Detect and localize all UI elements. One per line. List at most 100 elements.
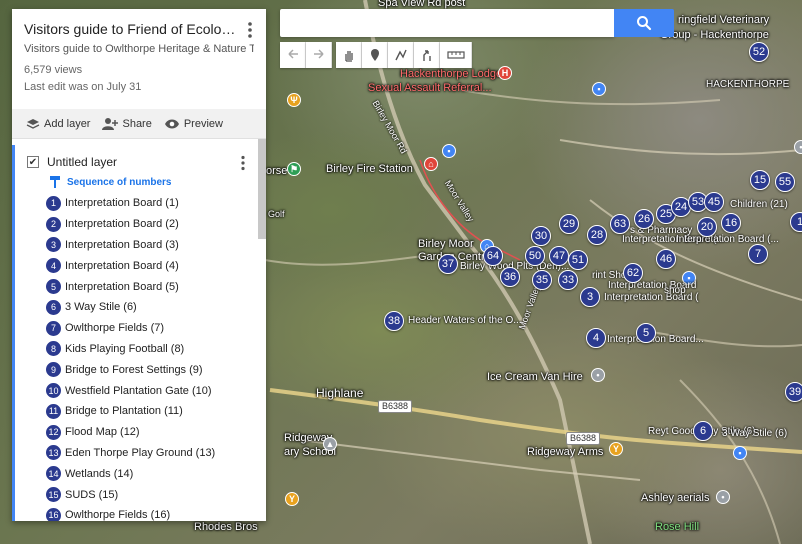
pub-icon[interactable]: Y: [609, 442, 623, 456]
layer-header: ✔ Untitled layer: [15, 145, 266, 171]
list-item[interactable]: 10 Westfield Plantation Gate (10): [46, 380, 266, 401]
preview-button[interactable]: Preview: [164, 118, 223, 130]
food-icon[interactable]: Y: [285, 492, 299, 506]
list-item[interactable]: 2 Interpretation Board (2): [46, 214, 266, 235]
add-layer-button[interactable]: Add layer: [26, 117, 90, 131]
map-pin[interactable]: 4: [586, 328, 606, 348]
layer-style-label: Sequence of numbers: [67, 176, 172, 188]
hospital-icon[interactable]: H: [498, 66, 512, 80]
map-pin[interactable]: 35: [532, 270, 552, 290]
map-pin[interactable]: 7: [748, 244, 768, 264]
map-pin[interactable]: 6: [693, 421, 713, 441]
map-pin[interactable]: 26: [634, 209, 654, 229]
map-pin[interactable]: 15: [750, 170, 770, 190]
map-pin[interactable]: 64: [483, 246, 503, 266]
measure-button[interactable]: [440, 42, 472, 68]
directions-button[interactable]: [414, 42, 440, 68]
list-item[interactable]: 12 Flood Map (12): [46, 422, 266, 443]
place-label: Group - Hackenthorpe: [660, 29, 769, 41]
last-edit: Last edit was on July 31: [24, 81, 142, 93]
map-pin[interactable]: 16: [721, 213, 741, 233]
list-item-label: Bridge to Forest Settings (9): [65, 363, 203, 376]
list-item[interactable]: 6 3 Way Stile (6): [46, 297, 266, 318]
map-pin[interactable]: 33: [558, 270, 578, 290]
panel-scrollbar[interactable]: [258, 139, 266, 239]
list-item[interactable]: 15 SUDS (15): [46, 484, 266, 505]
map-pin[interactable]: 29: [559, 214, 579, 234]
map-pin[interactable]: 50: [525, 246, 545, 266]
search-input[interactable]: [280, 9, 614, 37]
list-item[interactable]: 13 Eden Thorpe Play Ground (13): [46, 443, 266, 464]
map-title[interactable]: Visitors guide to Friend of Ecologi...: [24, 21, 236, 37]
pan-button[interactable]: [336, 42, 362, 68]
sequence-number-icon: 1: [46, 195, 61, 211]
map-pin[interactable]: 51: [568, 250, 588, 270]
layer-style[interactable]: Sequence of numbers: [15, 169, 266, 193]
list-item[interactable]: 9 Bridge to Forest Settings (9): [46, 359, 266, 380]
map-pin[interactable]: 38: [384, 311, 404, 331]
undo-button[interactable]: [280, 42, 306, 68]
map-pin[interactable]: 63: [610, 214, 630, 234]
undo-icon: [287, 49, 298, 59]
map-pin[interactable]: 52: [749, 42, 769, 62]
map-pin[interactable]: 45: [704, 192, 724, 212]
add-marker-button[interactable]: [362, 42, 388, 68]
sequence-number-icon: 13: [46, 445, 61, 461]
map-pin[interactable]: 30: [531, 226, 551, 246]
fire-station-icon[interactable]: ⌂: [424, 157, 438, 171]
map-pin[interactable]: 5: [636, 323, 656, 343]
shop-icon[interactable]: ▪: [733, 446, 747, 460]
location-icon[interactable]: •: [794, 140, 802, 154]
place-label: HACKENTHORPE: [706, 79, 790, 90]
map-pin[interactable]: 39: [785, 382, 802, 402]
sequence-number-icon: 2: [46, 216, 61, 232]
layer-name[interactable]: Untitled layer: [47, 155, 117, 169]
list-item[interactable]: 4 Interpretation Board (4): [46, 255, 266, 276]
map-pin[interactable]: 36: [500, 267, 520, 287]
hand-icon: [344, 51, 353, 62]
list-item[interactable]: 8 Kids Playing Football (8): [46, 339, 266, 360]
list-item[interactable]: 1 Interpretation Board (1): [46, 193, 266, 214]
place-label: Birley Moor: [418, 238, 474, 250]
list-item-label: SUDS (15): [65, 488, 119, 501]
shop-icon[interactable]: ▪: [442, 144, 456, 158]
golf-icon[interactable]: ⚑: [287, 162, 301, 176]
map-pin[interactable]: 28: [587, 225, 607, 245]
list-item-label: Wetlands (14): [65, 467, 134, 480]
map-pin[interactable]: 47: [549, 246, 569, 266]
share-label: Share: [122, 117, 152, 130]
map-pin[interactable]: 46: [656, 249, 676, 269]
list-item[interactable]: 16 Owlthorpe Fields (16): [46, 505, 266, 521]
list-item[interactable]: 7 Owlthorpe Fields (7): [46, 318, 266, 339]
panel-header: Visitors guide to Friend of Ecologi... V…: [12, 9, 266, 101]
redo-button[interactable]: [306, 42, 332, 68]
list-item[interactable]: 3 Interpretation Board (3): [46, 235, 266, 256]
map-pin[interactable]: 62: [623, 263, 643, 283]
sequence-number-icon: 8: [46, 341, 61, 357]
shop-icon[interactable]: ▪: [592, 82, 606, 96]
list-item[interactable]: 5 Interpretation Board (5): [46, 276, 266, 297]
list-item-label: Interpretation Board (1): [65, 197, 179, 210]
sequence-number-icon: 12: [46, 424, 61, 440]
map-pin[interactable]: 3: [580, 287, 600, 307]
location-icon[interactable]: •: [716, 490, 730, 504]
map-pin[interactable]: 37: [438, 254, 458, 274]
search-button[interactable]: [614, 9, 674, 37]
map-pin[interactable]: 20: [697, 217, 717, 237]
sequence-number-icon: 4: [46, 258, 61, 274]
map-description[interactable]: Visitors guide to Owlthorpe Heritage & N…: [24, 43, 254, 55]
directions-icon: [422, 50, 431, 61]
list-item[interactable]: 14 Wetlands (14): [46, 463, 266, 484]
draw-line-button[interactable]: [388, 42, 414, 68]
layer-visibility-checkbox[interactable]: ✔: [27, 156, 39, 168]
more-vert-icon[interactable]: [242, 21, 258, 39]
share-button[interactable]: Share: [102, 117, 152, 131]
place-label: Rhodes Bros: [194, 521, 258, 533]
food-icon[interactable]: Ψ: [287, 93, 301, 107]
layer-more-icon[interactable]: [236, 155, 250, 171]
map-pin[interactable]: 55: [775, 172, 795, 192]
location-icon[interactable]: •: [591, 368, 605, 382]
add-layer-label: Add layer: [44, 117, 91, 130]
school-icon[interactable]: ▲: [323, 437, 337, 451]
list-item[interactable]: 11 Bridge to Plantation (11): [46, 401, 266, 422]
